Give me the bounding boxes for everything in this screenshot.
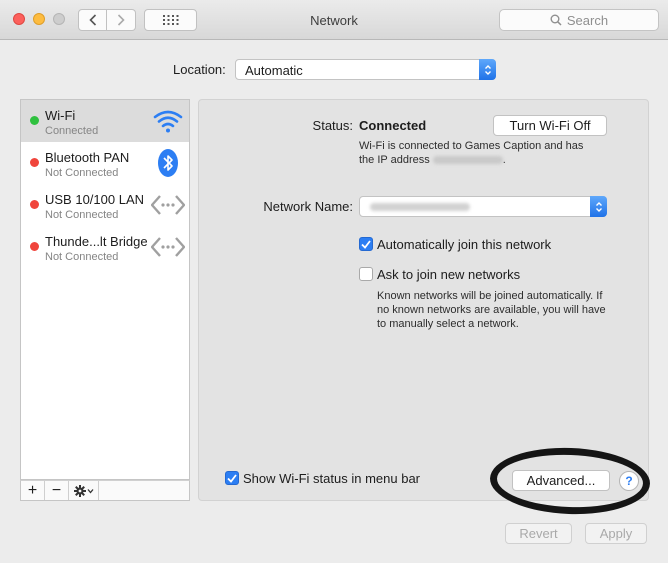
revert-button[interactable]: Revert	[505, 523, 572, 544]
turn-wifi-off-button[interactable]: Turn Wi-Fi Off	[493, 115, 607, 136]
search-placeholder: Search	[566, 12, 609, 28]
popup-arrows-icon	[590, 196, 607, 217]
service-status: Connected	[45, 125, 99, 137]
service-name: Bluetooth PAN	[45, 150, 130, 165]
redacted-network-name	[370, 203, 470, 211]
service-item-wifi[interactable]: Wi-Fi Connected	[21, 100, 189, 142]
add-service-button[interactable]: +	[21, 481, 45, 500]
ask-join-label[interactable]: Ask to join new networks	[377, 267, 520, 282]
ip-address-label: the IP address	[359, 154, 430, 166]
show-status-label[interactable]: Show Wi-Fi status in menu bar	[243, 471, 420, 486]
remove-service-button[interactable]: −	[45, 481, 69, 500]
ask-join-description-line: no known networks are available, you wil…	[377, 304, 606, 316]
ask-join-description: Known networks will be joined automatica…	[377, 289, 627, 331]
status-indicator-connected	[30, 116, 39, 125]
bluetooth-icon	[151, 148, 185, 178]
status-indicator-not-connected	[30, 158, 39, 167]
plus-icon: +	[27, 481, 38, 499]
location-label: Location:	[173, 62, 226, 77]
status-indicator-not-connected	[30, 242, 39, 251]
checkmark-icon	[227, 473, 237, 483]
ask-join-description-line: Known networks will be joined automatica…	[377, 290, 603, 302]
ask-join-description-line: to manually select a network.	[377, 318, 519, 330]
show-status-checkbox[interactable]	[225, 471, 239, 485]
search-field[interactable]: Search	[499, 9, 659, 31]
checkmark-icon	[361, 239, 371, 249]
help-button[interactable]: ?	[619, 471, 639, 491]
auto-join-checkbox[interactable]	[359, 237, 373, 251]
service-list: Wi-Fi Connected Bluetooth PAN Not Connec…	[20, 99, 190, 480]
ask-join-checkbox[interactable]	[359, 267, 373, 281]
service-status: Not Connected	[45, 251, 119, 263]
service-item-bluetooth-pan[interactable]: Bluetooth PAN Not Connected	[21, 142, 189, 184]
auto-join-label[interactable]: Automatically join this network	[377, 237, 551, 252]
action-menu-button[interactable]	[69, 481, 99, 500]
redacted-ip-address	[432, 156, 503, 165]
service-item-usb-lan[interactable]: USB 10/100 LAN Not Connected	[21, 184, 189, 226]
service-name: USB 10/100 LAN	[45, 192, 145, 207]
ethernet-icon	[151, 190, 185, 220]
status-description: Wi-Fi is connected to Games Caption and …	[359, 139, 619, 167]
status-description-line-ip: the IP address .	[359, 154, 506, 166]
location-popup[interactable]: Automatic	[235, 59, 496, 80]
gear-icon	[73, 484, 93, 497]
service-name: Wi-Fi	[45, 108, 76, 123]
apply-button[interactable]: Apply	[585, 523, 647, 544]
advanced-button[interactable]: Advanced...	[512, 470, 610, 491]
popup-arrows-icon	[479, 59, 496, 80]
service-item-thunderbolt-bridge[interactable]: Thunde...lt Bridge Not Connected	[21, 226, 189, 268]
network-name-label: Network Name:	[263, 199, 353, 214]
service-status: Not Connected	[45, 167, 119, 179]
network-name-popup[interactable]	[359, 196, 607, 217]
status-value: Connected	[359, 118, 427, 133]
search-icon	[550, 14, 562, 26]
status-label: Status:	[312, 118, 353, 133]
status-indicator-not-connected	[30, 200, 39, 209]
service-name: Thunde...lt Bridge	[45, 234, 148, 249]
minus-icon: −	[51, 481, 62, 499]
ethernet-icon	[151, 232, 185, 262]
status-description-line: Wi-Fi is connected to Games Caption and …	[359, 140, 584, 152]
location-value: Automatic	[245, 63, 303, 78]
service-list-toolbar: + −	[20, 480, 190, 501]
title-bar: Network Search	[0, 0, 668, 40]
wifi-icon	[151, 106, 185, 136]
service-status: Not Connected	[45, 209, 119, 221]
